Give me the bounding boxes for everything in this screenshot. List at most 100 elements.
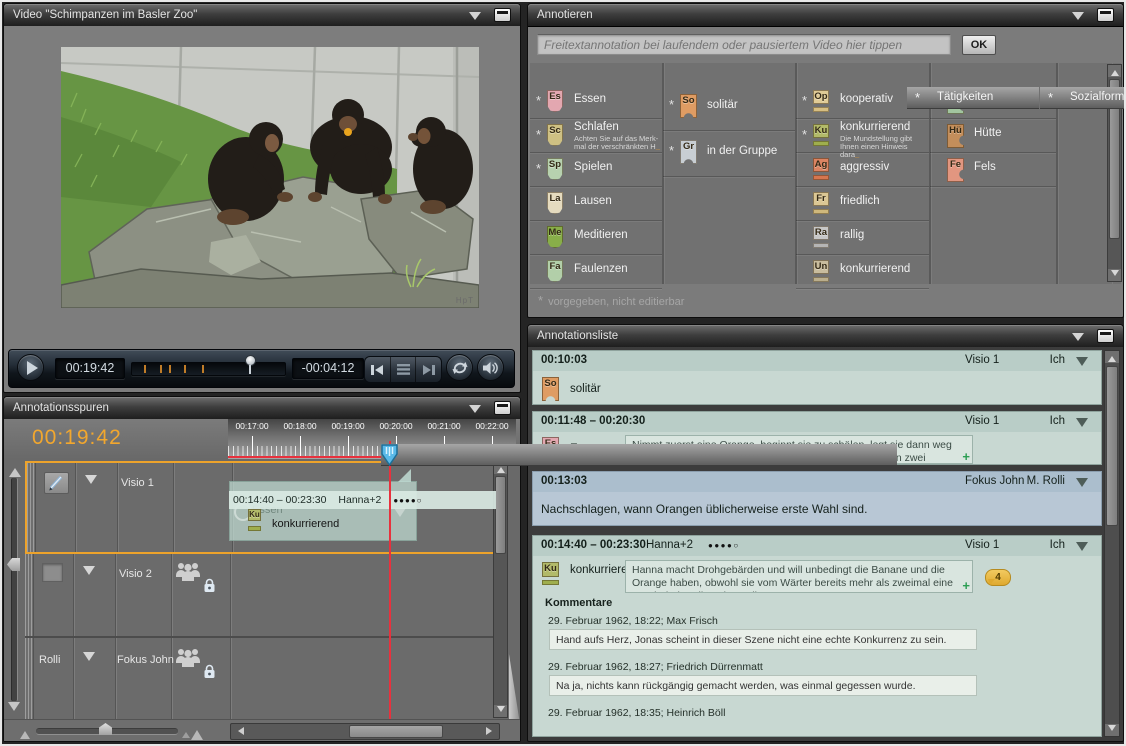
scrollbar-thumb[interactable]: [1106, 366, 1118, 526]
annotate-panel-titlebar[interactable]: Annotieren: [528, 4, 1123, 27]
comment-box[interactable]: Hand aufs Herz, Jonas scheint in dieser …: [549, 629, 977, 650]
scroll-left-icon[interactable]: [234, 727, 244, 735]
scroll-up-icon: [1108, 352, 1116, 362]
scroll-up-button[interactable]: [1108, 65, 1121, 77]
category-badge: Op: [813, 90, 829, 104]
prev-annotation-button[interactable]: [365, 357, 391, 382]
zoom-in-small-icon[interactable]: [182, 728, 190, 738]
annotation-dropdown-icon[interactable]: [1076, 542, 1088, 557]
timeline-annotation-band[interactable]: 00:14:40 – 00:23:30 Hanna+2 ●●●●○: [229, 491, 496, 509]
track-name: Visio 1: [121, 477, 154, 489]
category-item-solitaer[interactable]: *Sosolitär: [663, 85, 795, 131]
category-item-in-der-gruppe[interactable]: *Grin der Gruppe: [663, 131, 795, 177]
annotation-item-comment[interactable]: 00:13:03 Fokus John M. Rolli Nachschlage…: [532, 471, 1102, 526]
track-dropdown-icon[interactable]: [83, 566, 95, 581]
panel-menu-icon[interactable]: [469, 405, 481, 419]
play-button[interactable]: [17, 354, 44, 381]
category-item-faulenzen[interactable]: FaFaulenzen: [530, 255, 662, 289]
comment-count-badge[interactable]: 4: [985, 569, 1011, 586]
video-panel-titlebar[interactable]: Video "Schimpanzen im Basler Zoo": [4, 4, 520, 27]
track-row-visio2[interactable]: Visio 2: [25, 554, 497, 638]
scrollbar-thumb[interactable]: [349, 725, 443, 738]
track-row-fokus-john[interactable]: Rolli Fokus John: [25, 638, 497, 720]
ghost-dropdown-icon: [394, 508, 406, 523]
scroll-right-icon[interactable]: [486, 727, 496, 735]
slider-handle[interactable]: [7, 558, 20, 571]
expand-text-icon[interactable]: [962, 579, 970, 592]
panel-minimize-icon[interactable]: [1097, 8, 1114, 22]
annotation-item-header: 00:14:40 – 00:23:30 Hanna+2 ●●●●○ Visio …: [533, 536, 1101, 556]
tracks-panel-titlebar[interactable]: Annotationsspuren: [4, 397, 520, 420]
panel-menu-icon[interactable]: [469, 12, 481, 26]
annotation-list-body: 00:10:03 Visio 1 Ich So solitär 00:11:48…: [528, 347, 1123, 741]
annotation-item-header: 00:13:03 Fokus John M. Rolli: [533, 472, 1101, 492]
loop-button[interactable]: [446, 354, 473, 381]
category-item-lausen[interactable]: LaLausen: [530, 187, 662, 221]
slider-down-icon[interactable]: [8, 702, 20, 717]
category-item-konkurrierend[interactable]: *KukonkurrierendDie Mundstellung gibt Ih…: [796, 119, 929, 153]
timeline-horizontal-scrollbar[interactable]: [230, 723, 500, 740]
category-badge: Me: [547, 226, 563, 248]
freetext-annotation-input[interactable]: [537, 34, 951, 55]
panel-menu-icon[interactable]: [1072, 12, 1084, 26]
seek-tick: [169, 365, 171, 373]
annotation-list-button[interactable]: [391, 357, 417, 382]
category-badge: Sp: [547, 158, 563, 180]
scroll-down-button[interactable]: [494, 705, 507, 717]
scroll-up-button[interactable]: [1105, 351, 1119, 363]
expand-text-icon[interactable]: [962, 450, 970, 463]
seek-bar[interactable]: [131, 362, 286, 376]
annotation-badge-label: solitär: [570, 383, 601, 395]
category-item-essen[interactable]: *EsEssen: [530, 85, 662, 119]
category-item-rallig[interactable]: Rarallig: [796, 221, 929, 255]
zoom-slider-handle[interactable]: [99, 723, 112, 735]
zoom-out-icon[interactable]: [20, 726, 30, 739]
annotation-dropdown-icon[interactable]: [1076, 357, 1088, 372]
track-dropdown-icon[interactable]: [85, 475, 97, 490]
playhead-marker[interactable]: [381, 444, 897, 466]
zoom-in-icon[interactable]: [191, 724, 203, 740]
panel-minimize-icon[interactable]: [494, 8, 511, 22]
track-visibility-checkbox[interactable]: [42, 563, 63, 582]
annotation-owner: Ich: [1050, 539, 1065, 551]
annotation-text-box[interactable]: Hanna macht Drohgebärden und will unbedi…: [625, 560, 973, 593]
volume-button[interactable]: [477, 354, 504, 381]
category-item-schlafen[interactable]: *ScSchlafenAchten Sie auf das Merk- mal …: [530, 119, 662, 153]
track-name: Fokus John: [117, 654, 174, 666]
panel-expander-handle[interactable]: [508, 654, 520, 720]
category-item-fels[interactable]: FeFels: [930, 153, 1056, 187]
play-icon: [27, 361, 38, 375]
next-annotation-icon: [422, 364, 436, 376]
annotation-item-selected[interactable]: 00:14:40 – 00:23:30 Hanna+2 ●●●●○ Visio …: [532, 535, 1102, 737]
annotation-list-panel: Annotationsliste 00:10:03 Visio 1 Ich So…: [527, 324, 1124, 742]
seek-marker[interactable]: [245, 355, 256, 366]
panel-minimize-icon[interactable]: [1097, 329, 1114, 343]
category-item-aggressiv[interactable]: Agaggressiv: [796, 153, 929, 187]
ok-button[interactable]: OK: [962, 35, 996, 55]
panel-minimize-icon[interactable]: [494, 401, 511, 415]
list-scrollbar[interactable]: [1104, 350, 1120, 737]
edit-track-button[interactable]: [44, 472, 69, 494]
comment-box[interactable]: Na ja, nichts kann rückgängig gemacht we…: [549, 675, 977, 696]
category-item-meditieren[interactable]: MeMeditieren: [530, 221, 662, 255]
annotation-dropdown-icon[interactable]: [1076, 418, 1088, 433]
panel-menu-icon[interactable]: [1072, 333, 1084, 347]
list-panel-titlebar[interactable]: Annotationsliste: [528, 325, 1123, 348]
scroll-down-button[interactable]: [1105, 724, 1119, 736]
annotation-dropdown-icon[interactable]: [1076, 478, 1088, 493]
annotation-owner: Ich: [1050, 415, 1065, 427]
category-item-friedlich[interactable]: Frfriedlich: [796, 187, 929, 221]
video-frame[interactable]: HpT: [61, 47, 479, 308]
category-palette: *Tätigkeiten *EsEssen *ScSchlafenAchten …: [530, 63, 1121, 284]
category-item-konkurrierend-2[interactable]: Unkonkurrierend: [796, 255, 929, 289]
category-item-huette[interactable]: HüHütte: [930, 119, 1056, 153]
scroll-down-button[interactable]: [1108, 269, 1121, 281]
annotation-item[interactable]: 00:10:03 Visio 1 Ich So solitär: [532, 350, 1102, 405]
next-annotation-button[interactable]: [416, 357, 441, 382]
scrollbar-thumb[interactable]: [495, 476, 506, 554]
category-item-spielen[interactable]: *SpSpielen: [530, 153, 662, 187]
volume-icon: [483, 361, 499, 375]
track-height-slider[interactable]: [6, 462, 23, 717]
slider-up-icon[interactable]: [9, 462, 21, 477]
track-dropdown-icon[interactable]: [83, 652, 95, 667]
